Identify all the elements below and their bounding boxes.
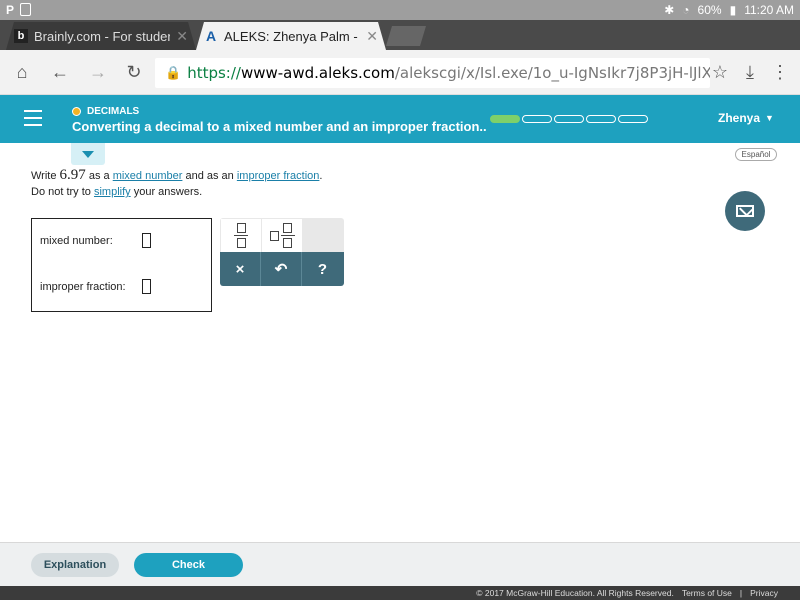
numerator-box-icon [236,223,246,233]
home-icon[interactable]: ⌂ [10,60,34,84]
forward-icon[interactable]: → [86,60,110,84]
lock-icon: 🔒 [165,65,182,81]
text: and as an [185,170,234,182]
espanol-button[interactable]: Español [735,148,777,161]
progress-segment [490,115,520,123]
progress-bar [490,115,648,123]
text: . [319,170,323,182]
bluetooth-icon: ✱ [664,3,675,17]
mixed-number-key[interactable] [262,219,302,252]
improper-fraction-input[interactable] [142,279,151,294]
progress-segment [554,115,584,123]
notification-app-icon: P [6,3,15,17]
fraction-key[interactable] [221,219,261,252]
hamburger-menu-icon[interactable] [24,110,42,126]
fraction-bar [280,235,295,236]
image-notification-icon [20,3,32,16]
fraction-icon [280,223,295,248]
tab-close-icon[interactable]: ✕ [176,28,188,45]
progress-segment [586,115,616,123]
problem-number: 6.97 [59,167,86,183]
brainly-favicon-icon: b [14,29,28,43]
fraction-bar [234,235,248,236]
progress-segment [522,115,552,123]
chevron-down-icon [82,150,94,158]
improper-fraction-label: improper fraction: [40,280,126,293]
system-icons: ✱ ◔ 60% ▮ 11:20 AM [664,3,794,17]
answer-box: mixed number: improper fraction: [31,218,212,312]
text: as a [88,170,110,182]
clock: 11:20 AM [744,3,794,17]
envelope-icon [736,205,754,217]
keypad-bottom-row: × ↶ ? [220,252,344,286]
tab-strip: b Brainly.com - For studen ✕ A ALEKS: Zh… [0,20,800,50]
user-menu[interactable]: Zhenya ▼ [718,111,774,125]
separator: | [739,588,743,598]
topic-status-dot [72,107,81,116]
mail-button[interactable] [725,191,765,231]
text: Do not try to [31,186,91,198]
reload-icon[interactable]: ↻ [122,60,146,84]
whole-box-icon [269,230,279,241]
terms-of-use-link[interactable]: Terms of Use [682,588,732,598]
topic-label: DECIMALS [87,106,140,117]
action-footer: Explanation Check [0,542,800,586]
user-name: Zhenya [718,111,761,125]
improper-fraction-link[interactable]: improper fraction [237,170,320,182]
url-path: /alekscgi/x/Isl.exe/1o_u-IgNsIkr7j8P3jH-… [394,64,710,82]
undo-button[interactable]: ↶ [261,252,302,286]
explanation-button[interactable]: Explanation [31,553,119,577]
battery-icon: ▮ [729,3,737,17]
mixed-number-label: mixed number: [40,234,113,247]
header-toggle-button[interactable] [71,143,105,165]
caret-down-icon: ▼ [765,113,774,123]
clear-button[interactable]: × [220,252,261,286]
download-icon[interactable]: ⤓ [738,60,762,84]
back-icon[interactable]: ← [48,60,72,84]
wifi-icon: ◔ [682,3,690,17]
problem-line-1: Write 6.97 as a mixed number and as an i… [31,167,322,184]
mixed-number-input[interactable] [142,233,151,248]
denominator-box-icon [283,238,292,248]
copyright-bar: © 2017 McGraw-Hill Education. All Rights… [0,586,800,600]
url-host: www-awd.aleks.com [240,64,395,82]
tab-aleks[interactable]: A ALEKS: Zhenya Palm - U ✕ [196,22,386,50]
notification-icons: P [6,3,32,17]
url-scheme: https:// [187,64,241,82]
battery-level: 60% [697,3,722,17]
tab-brainly[interactable]: b Brainly.com - For studen ✕ [6,22,196,50]
math-keypad: × ↶ ? [220,218,344,286]
aleks-favicon-icon: A [205,28,217,44]
address-bar[interactable]: 🔒 https:// www-awd.aleks.com /alekscgi/x… [155,58,710,88]
mixed-number-row: mixed number: [40,233,151,248]
topic-title: Converting a decimal to a mixed number a… [72,119,487,134]
bookmark-star-icon[interactable]: ☆ [708,60,732,84]
numerator-box-icon [283,223,292,233]
improper-fraction-row: improper fraction: [40,279,151,294]
copyright-text: © 2017 McGraw-Hill Education. All Rights… [476,588,674,598]
text: your answers. [133,186,203,198]
menu-dots-icon[interactable]: ⋮ [768,60,792,84]
tab-title: ALEKS: Zhenya Palm - U [224,28,361,44]
help-button[interactable]: ? [302,252,343,286]
text: Write [31,170,57,182]
mixed-number-link[interactable]: mixed number [113,170,183,182]
aleks-header: DECIMALS Converting a decimal to a mixed… [0,95,800,143]
simplify-link[interactable]: simplify [94,186,131,198]
problem-line-2: Do not try to simplify your answers. [31,184,322,200]
browser-toolbar: ⌂ ← → ↻ 🔒 https:// www-awd.aleks.com /al… [0,50,800,95]
denominator-box-icon [236,238,246,248]
problem-statement: Write 6.97 as a mixed number and as an i… [31,167,322,200]
status-bar: P ✱ ◔ 60% ▮ 11:20 AM [0,0,800,20]
tab-close-icon[interactable]: ✕ [366,28,378,45]
keypad-top-row [220,218,344,252]
new-tab-button[interactable] [386,26,426,46]
progress-segment [618,115,648,123]
tab-title: Brainly.com - For studen [34,28,171,44]
privacy-link[interactable]: Privacy [750,588,778,598]
check-button[interactable]: Check [134,553,243,577]
